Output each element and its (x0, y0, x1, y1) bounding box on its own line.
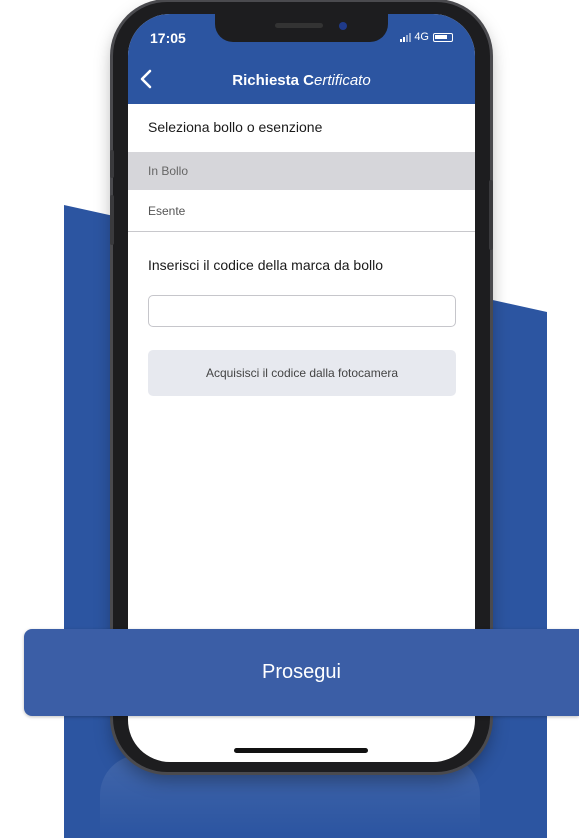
page-title: Richiesta Certificato (128, 72, 475, 89)
option-esente[interactable]: Esente (128, 192, 475, 230)
status-indicators: 4G (400, 31, 453, 43)
page-title-plain: Richiesta C (232, 72, 314, 89)
option-in-bollo[interactable]: In Bollo (128, 152, 475, 190)
stamp-section-label: Seleziona bollo o esenzione (148, 119, 323, 135)
front-camera (339, 22, 347, 30)
speaker-grille (275, 23, 323, 28)
signal-icon (400, 32, 412, 42)
battery-icon (433, 32, 453, 42)
phone-side-button (110, 150, 114, 178)
stamp-code-input[interactable] (148, 295, 456, 327)
status-time: 17:05 (150, 30, 186, 46)
scan-code-camera-button[interactable]: Acquisisci il codice dalla fotocamera (148, 350, 456, 396)
page-title-italic: ertificato (314, 72, 371, 89)
home-indicator (234, 748, 368, 753)
code-section-label: Inserisci il codice della marca da bollo (148, 257, 383, 273)
phone-volume-button (110, 195, 114, 245)
proceed-button[interactable]: Prosegui (24, 629, 579, 716)
section-divider (128, 231, 475, 232)
phone-power-button (489, 180, 493, 250)
network-label: 4G (414, 31, 429, 43)
phone-notch (215, 14, 388, 42)
